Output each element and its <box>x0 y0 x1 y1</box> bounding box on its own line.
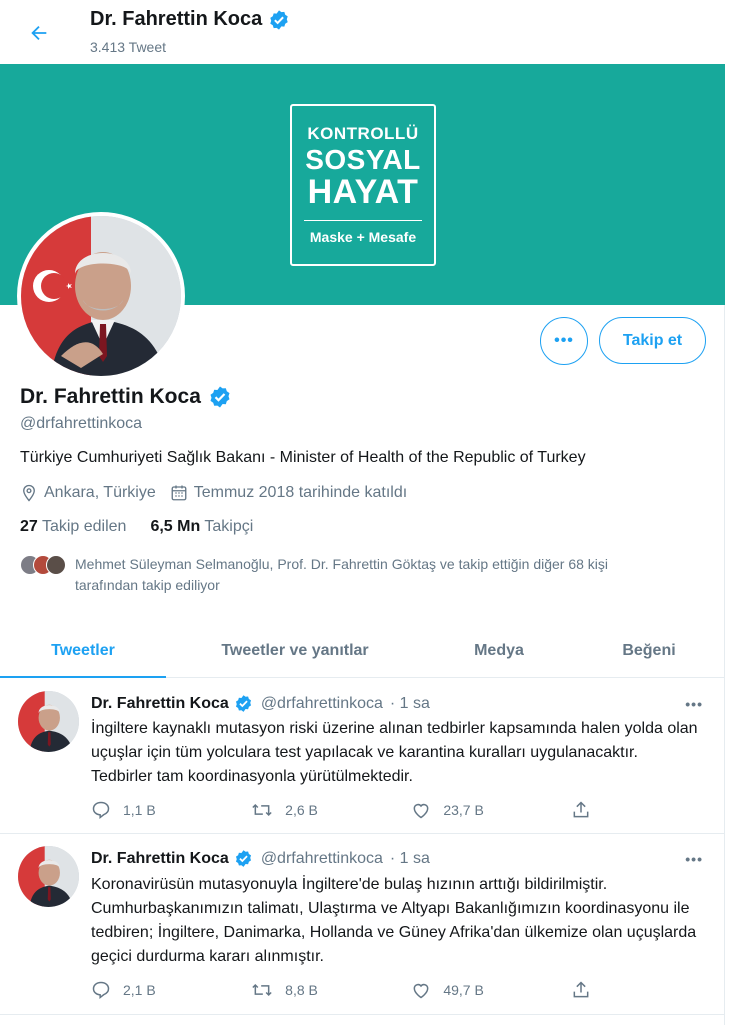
profile-meta: Ankara, Türkiye Temmuz 2018 tarihinde ka… <box>20 484 421 502</box>
heart-icon <box>413 983 429 999</box>
location-text: Ankara, Türkiye <box>44 484 156 501</box>
tweet-text: Koronavirüsün mutasyonuyla İngiltere'de … <box>91 876 697 965</box>
tweet-actions: 2,1 B 8,8 B 49,7 B <box>91 980 611 1000</box>
reply-count: 1,1 B <box>123 802 156 818</box>
joined-text: Temmuz 2018 tarihinde katıldı <box>193 484 408 501</box>
known-followers-line2: tarafından takip ediliyor <box>75 577 220 593</box>
tweet-avatar[interactable] <box>18 846 79 907</box>
tweet-more-icon[interactable]: ••• <box>685 851 703 867</box>
banner-line1: KONTROLLÜ <box>307 124 419 143</box>
more-options-button[interactable]: ••• <box>540 317 588 365</box>
profile-handle: @drfahrettinkoca <box>20 415 143 432</box>
reply-icon <box>92 801 110 820</box>
tweet-header: Dr. Fahrettin Koca @drfahrettinkoca · 1 … <box>91 849 430 868</box>
retweet-count: 2,6 B <box>285 802 318 818</box>
known-followers[interactable]: Mehmet Süleyman Selmanoğlu, Prof. Dr. Fa… <box>20 554 710 596</box>
tweet-author-name[interactable]: Dr. Fahrettin Koca <box>91 850 229 868</box>
tweet-more-icon[interactable]: ••• <box>685 696 703 712</box>
like-button[interactable]: 23,7 B <box>411 800 571 820</box>
tab-media[interactable]: Medya <box>424 624 574 677</box>
header-name: Dr. Fahrettin Koca <box>90 8 263 30</box>
retweet-button[interactable]: 2,6 B <box>251 800 411 820</box>
reply-button[interactable]: 2,1 B <box>91 980 251 1000</box>
top-header: Dr. Fahrettin Koca 3.413 Tweet <box>0 0 725 64</box>
banner-line4: Maske + Mesafe <box>309 229 417 245</box>
profile-name: Dr. Fahrettin Koca <box>20 385 201 408</box>
back-button[interactable] <box>22 16 56 50</box>
tweet-actions: 1,1 B 2,6 B 23,7 B <box>91 800 611 820</box>
banner-divider <box>304 220 422 221</box>
followers-label: Takipçi <box>204 518 254 535</box>
reply-count: 2,1 B <box>123 982 156 998</box>
avatar-image <box>18 846 79 907</box>
like-button[interactable]: 49,7 B <box>411 980 571 1000</box>
profile-avatar[interactable] <box>17 212 185 380</box>
reply-button[interactable]: 1,1 B <box>91 800 251 820</box>
following-label: Takip edilen <box>41 518 127 535</box>
banner-line3: HAYAT <box>307 173 419 211</box>
tab-tweets[interactable]: Tweetler <box>0 624 166 678</box>
following-count: 27 <box>20 518 38 535</box>
tweet-header: Dr. Fahrettin Koca @drfahrettinkoca · 1 … <box>91 694 430 713</box>
retweet-count: 8,8 B <box>285 982 318 998</box>
arrow-left-icon <box>31 25 47 41</box>
verified-icon <box>210 386 230 408</box>
retweet-button[interactable]: 8,8 B <box>251 980 411 1000</box>
tweet-author-handle[interactable]: @drfahrettinkoca <box>261 695 383 713</box>
joined-item: Temmuz 2018 tarihinde katıldı <box>170 484 407 502</box>
location-item: Ankara, Türkiye <box>20 484 156 502</box>
like-count: 23,7 B <box>443 802 484 818</box>
avatar <box>46 555 66 575</box>
profile-column: Dr. Fahrettin Koca 3.413 Tweet KONTROLLÜ… <box>0 0 725 1025</box>
known-followers-line1: Mehmet Süleyman Selmanoğlu, Prof. Dr. Fa… <box>75 556 609 572</box>
tweet-item[interactable]: Dr. Fahrettin Koca @drfahrettinkoca · 1 … <box>0 835 725 1015</box>
banner-line2: SOSYAL <box>305 144 421 175</box>
verified-icon <box>235 850 251 867</box>
location-pin-icon <box>23 484 35 502</box>
tweet-timestamp[interactable]: · 1 sa <box>390 850 430 868</box>
retweet-icon <box>252 983 272 997</box>
profile-bio: Türkiye Cumhuriyeti Sağlık Bakanı - Mini… <box>20 449 586 466</box>
verified-icon <box>235 695 251 712</box>
banner-logo: KONTROLLÜ SOSYAL HAYAT Maske + Mesafe <box>290 104 436 266</box>
share-button[interactable] <box>571 800 611 820</box>
known-followers-text: Mehmet Süleyman Selmanoğlu, Prof. Dr. Fa… <box>75 554 608 596</box>
following-link[interactable]: 27 Takip edilen <box>20 518 126 536</box>
tweet-item[interactable]: Dr. Fahrettin Koca @drfahrettinkoca · 1 … <box>0 679 725 834</box>
profile-tabs: Tweetler Tweetler ve yanıtlar Medya Beğe… <box>0 624 725 678</box>
tweet-timestamp[interactable]: · 1 sa <box>390 695 430 713</box>
like-count: 49,7 B <box>443 982 484 998</box>
followers-count: 6,5 Mn <box>150 518 201 535</box>
header-title: Dr. Fahrettin Koca <box>90 8 290 31</box>
heart-icon <box>413 803 429 819</box>
share-icon <box>574 981 589 998</box>
tweet-text: İngiltere kaynaklı mutasyon riski üzerin… <box>91 720 698 785</box>
reply-icon <box>92 981 110 1000</box>
share-icon <box>574 801 589 818</box>
follow-stats: 27 Takip edilen 6,5 Mn Takipçi <box>20 518 253 536</box>
calendar-icon <box>171 485 187 501</box>
retweet-icon <box>252 803 272 817</box>
avatar-image <box>21 216 181 376</box>
profile-name-row: Dr. Fahrettin Koca <box>20 385 232 409</box>
tweet-author-name[interactable]: Dr. Fahrettin Koca <box>91 695 229 713</box>
tab-likes[interactable]: Beğeni <box>574 624 724 677</box>
follow-button[interactable]: Takip et <box>599 317 706 364</box>
avatar-image <box>18 691 79 752</box>
tab-tweets-replies[interactable]: Tweetler ve yanıtlar <box>166 624 424 677</box>
followers-link[interactable]: 6,5 Mn Takipçi <box>150 518 253 536</box>
share-button[interactable] <box>571 980 611 1000</box>
tweet-author-handle[interactable]: @drfahrettinkoca <box>261 850 383 868</box>
header-tweet-count: 3.413 Tweet <box>90 39 167 55</box>
known-followers-avatars <box>20 555 66 596</box>
tweet-avatar[interactable] <box>18 691 79 752</box>
verified-icon <box>270 9 288 30</box>
